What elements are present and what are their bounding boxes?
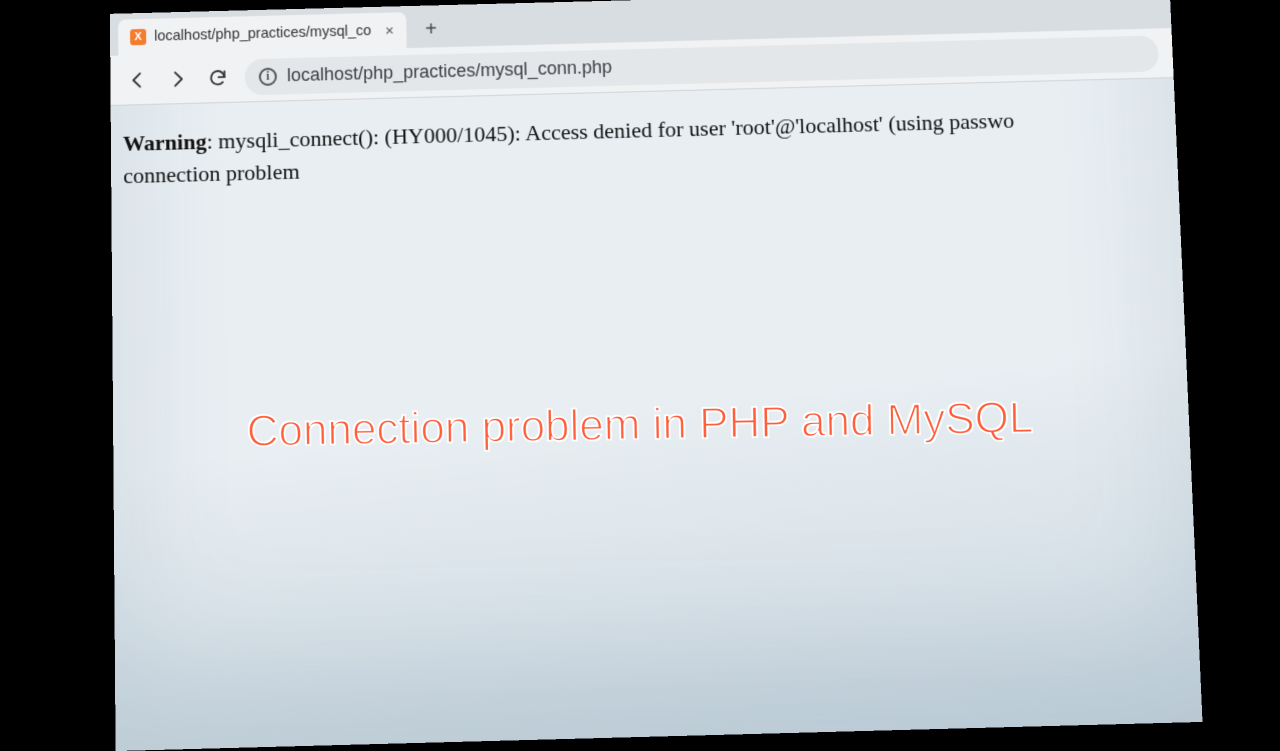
reload-button[interactable] (205, 64, 231, 91)
site-info-icon[interactable]: i (259, 67, 277, 86)
tab-title: localhost/php_practices/mysql_co (154, 23, 371, 45)
arrow-left-icon (127, 69, 147, 90)
back-button[interactable] (124, 66, 150, 93)
browser-window: X localhost/php_practices/mysql_co × + i… (110, 0, 1203, 751)
arrow-right-icon (168, 68, 188, 89)
xampp-favicon-icon: X (130, 29, 146, 45)
new-tab-button[interactable]: + (416, 14, 447, 45)
url-text: localhost/php_practices/mysql_conn.php (287, 57, 612, 87)
forward-button[interactable] (164, 65, 190, 92)
warning-label: Warning (123, 129, 207, 156)
close-tab-icon[interactable]: × (385, 22, 394, 39)
active-tab[interactable]: X localhost/php_practices/mysql_co × (118, 12, 406, 56)
reload-icon (208, 67, 228, 88)
